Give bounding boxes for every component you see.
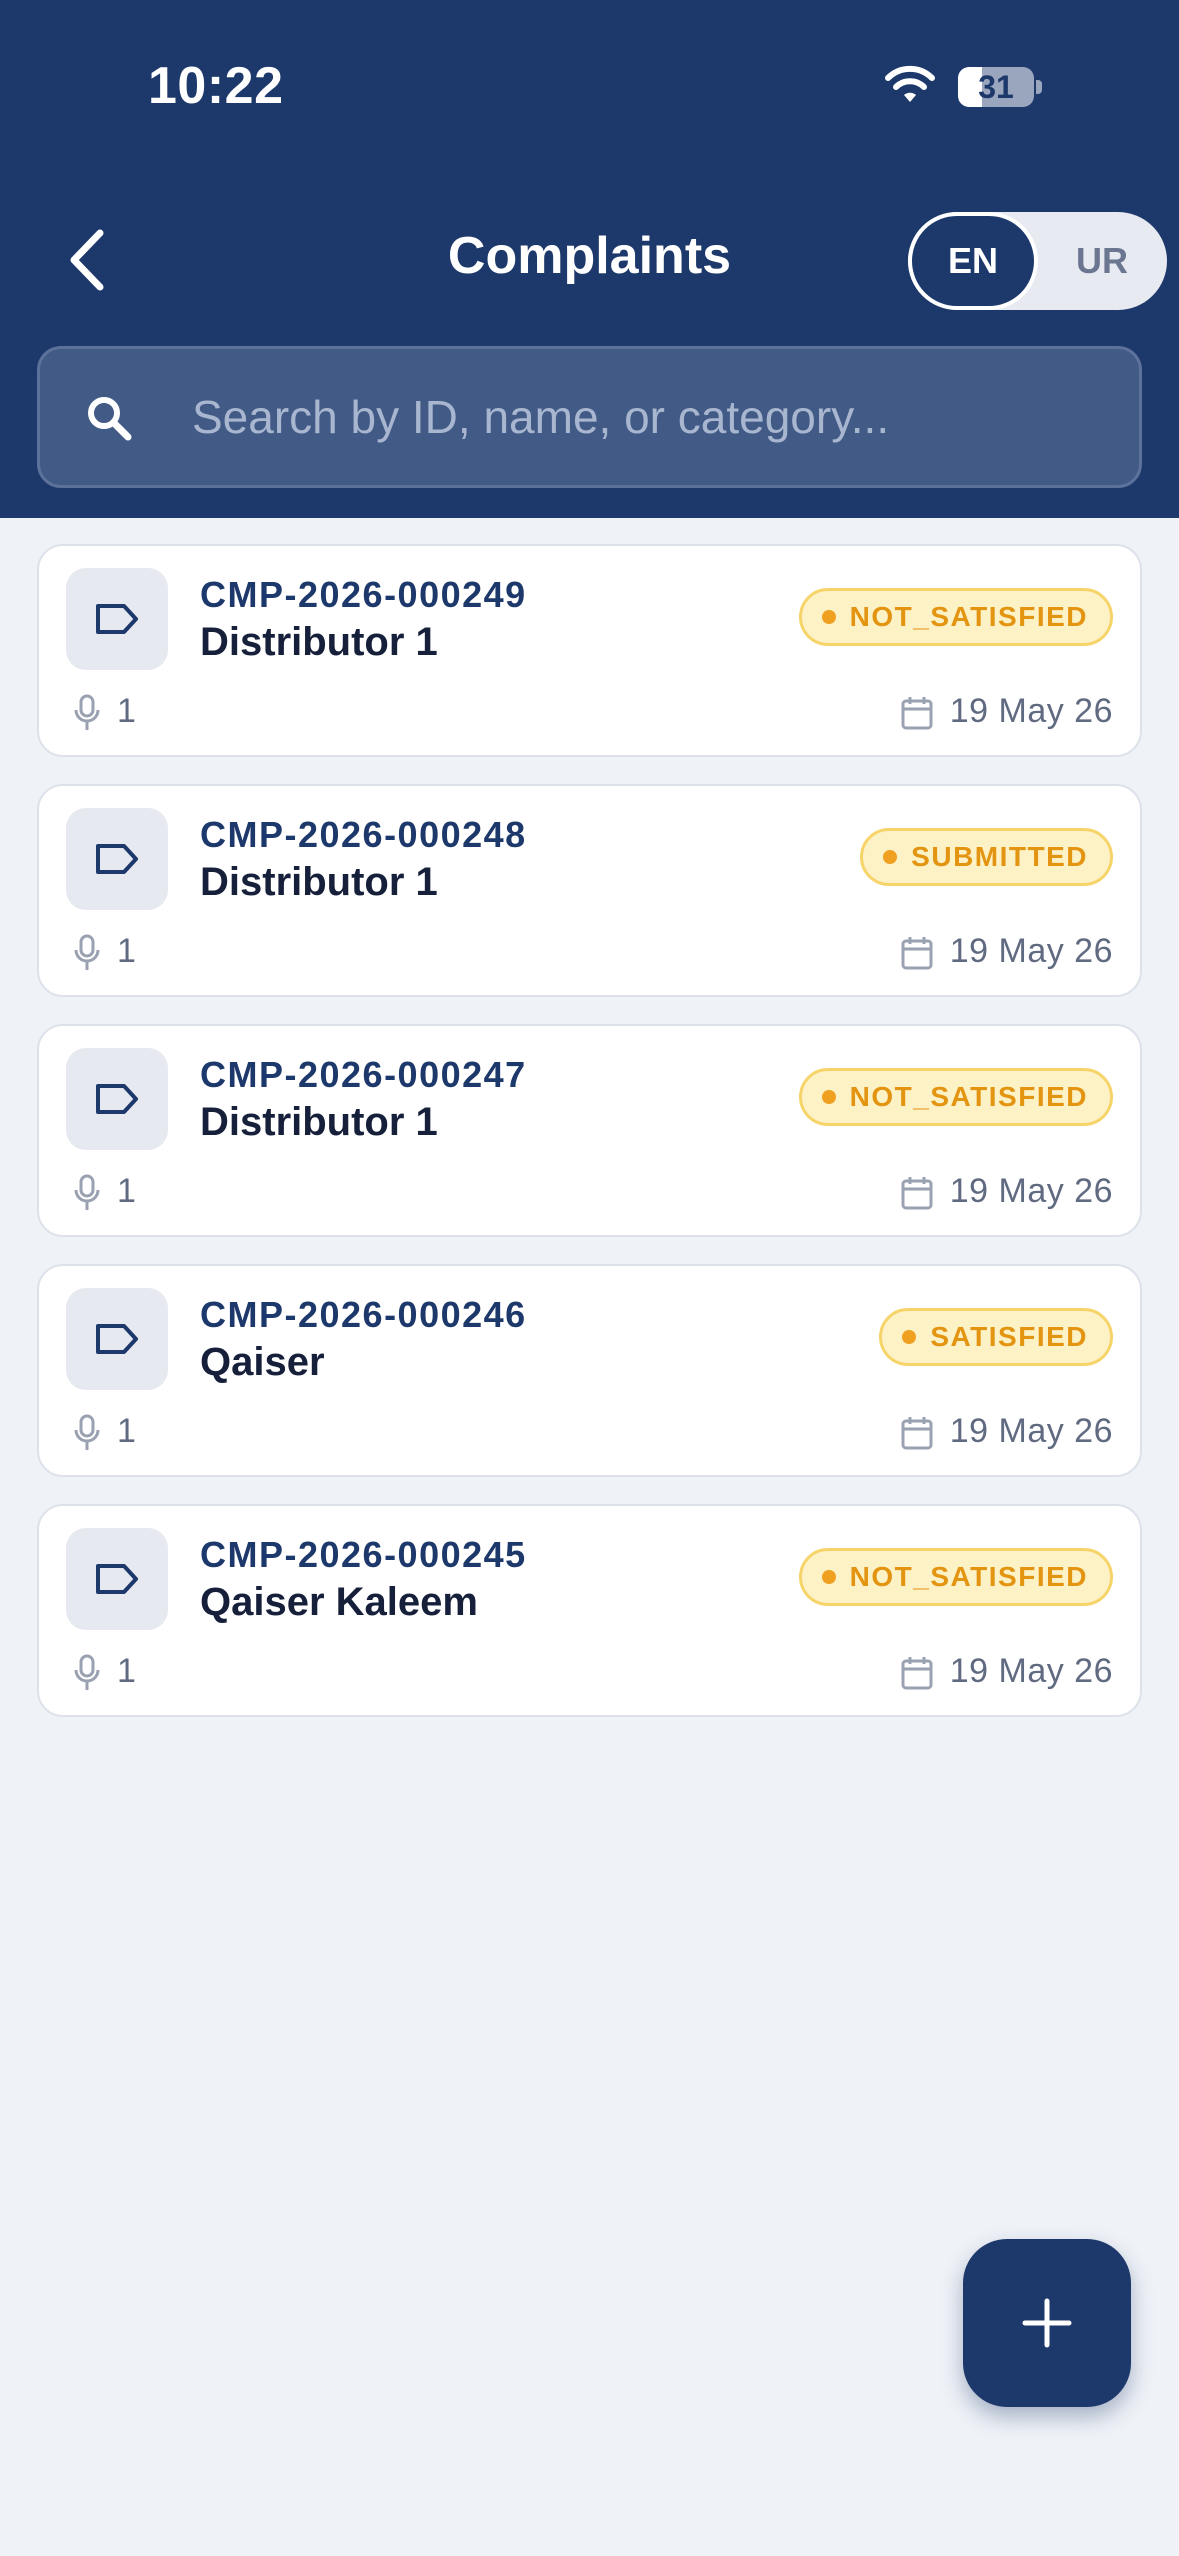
language-option-ur[interactable]: UR [1038,212,1166,310]
complaint-card[interactable]: CMP-2026-000245 Qaiser Kaleem NOT_SATISF… [37,1504,1142,1717]
add-complaint-button[interactable] [963,2239,1131,2407]
tag-icon [96,1084,138,1114]
app-header: 10:22 31 Complaints EN UR [0,0,1179,518]
complaint-card[interactable]: CMP-2026-000246 Qaiser SATISFIED 1 19 Ma… [37,1264,1142,1477]
calendar-icon [901,1417,933,1450]
status-badge: SUBMITTED [860,828,1113,886]
complaint-date: 19 May 26 [949,1412,1113,1450]
complaint-type-tile [66,1048,168,1150]
complaint-name: Distributor 1 [200,620,438,664]
voice-note-count: 1 [117,932,136,970]
complaint-id: CMP-2026-000248 [200,814,527,855]
tag-icon [96,604,138,634]
complaint-type-tile [66,568,168,670]
microphone-icon [74,934,100,970]
battery-cap [1036,80,1042,94]
battery-level: 31 [978,69,1014,105]
status-badge: SATISFIED [879,1308,1113,1366]
complaint-date: 19 May 26 [949,1172,1113,1210]
complaint-card[interactable]: CMP-2026-000249 Distributor 1 NOT_SATISF… [37,544,1142,757]
status-dot [883,850,898,864]
complaint-type-tile [66,1528,168,1630]
status-dot [821,1570,836,1584]
voice-note-count: 1 [117,1172,136,1210]
language-option-en[interactable]: EN [908,212,1038,310]
microphone-icon [74,1174,100,1210]
complaint-date: 19 May 26 [949,932,1113,970]
complaint-type-tile [66,1288,168,1390]
status-badge: NOT_SATISFIED [798,1548,1113,1606]
complaint-name: Distributor 1 [200,860,438,904]
status-dot [821,610,836,624]
search-input[interactable] [192,349,1122,485]
status-badge: NOT_SATISFIED [798,588,1113,646]
complaint-type-tile [66,808,168,910]
complaint-card[interactable]: CMP-2026-000248 Distributor 1 SUBMITTED … [37,784,1142,997]
tag-icon [96,1564,138,1594]
complaint-id: CMP-2026-000246 [200,1294,527,1335]
status-label: NOT_SATISFIED [849,601,1088,632]
status-badge: NOT_SATISFIED [798,1068,1113,1126]
status-label: SUBMITTED [911,841,1088,872]
calendar-icon [901,1657,933,1690]
wifi-icon [885,65,935,102]
status-label: NOT_SATISFIED [849,1561,1088,1592]
tag-icon [96,1324,138,1354]
complaint-id: CMP-2026-000245 [200,1534,527,1575]
search-icon [88,397,132,441]
back-button[interactable] [56,222,116,298]
microphone-icon [74,694,100,730]
language-toggle[interactable]: EN UR [908,212,1167,310]
status-dot [902,1330,917,1344]
tag-icon [96,844,138,874]
complaint-date: 19 May 26 [949,692,1113,730]
complaint-name: Qaiser Kaleem [200,1580,478,1624]
chevron-left-icon [70,229,104,291]
complaint-card[interactable]: CMP-2026-000247 Distributor 1 NOT_SATISF… [37,1024,1142,1237]
status-label: NOT_SATISFIED [849,1081,1088,1112]
complaint-date: 19 May 26 [949,1652,1113,1690]
status-dot [821,1090,836,1104]
voice-note-count: 1 [117,1412,136,1450]
battery-indicator: 31 [958,67,1034,107]
status-time: 10:22 [148,57,284,115]
microphone-icon [74,1654,100,1690]
status-label: SATISFIED [930,1321,1088,1352]
complaint-id: CMP-2026-000247 [200,1054,527,1095]
complaint-id: CMP-2026-000249 [200,574,527,615]
voice-note-count: 1 [117,692,136,730]
microphone-icon [74,1414,100,1450]
plus-icon [1022,2298,1072,2348]
voice-note-count: 1 [117,1652,136,1690]
complaint-list: CMP-2026-000249 Distributor 1 NOT_SATISF… [37,544,1142,1744]
calendar-icon [901,1177,933,1210]
calendar-icon [901,697,933,730]
complaint-name: Qaiser [200,1340,325,1384]
calendar-icon [901,937,933,970]
search-bar[interactable] [37,346,1142,488]
complaint-name: Distributor 1 [200,1100,438,1144]
